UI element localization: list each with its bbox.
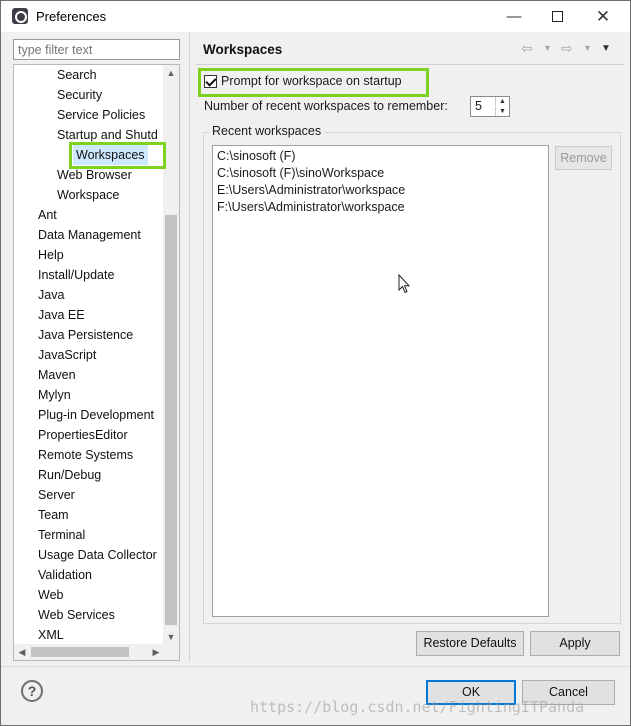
tree-item-service-policies[interactable]: Service Policies [57, 105, 145, 125]
scroll-thumb[interactable] [165, 215, 177, 625]
tree-item-java-ee[interactable]: Java EE [38, 305, 85, 325]
tree-item-search[interactable]: Search [57, 65, 97, 85]
remove-button[interactable]: Remove [555, 146, 612, 170]
tree-item-team[interactable]: Team [38, 505, 69, 525]
list-item[interactable]: F:\Users\Administrator\workspace [217, 200, 405, 217]
list-item[interactable]: E:\Users\Administrator\workspace [217, 183, 405, 200]
tree-item-javascript[interactable]: JavaScript [38, 345, 96, 365]
back-dropdown-icon[interactable]: ▼ [543, 43, 552, 53]
recent-count-value[interactable]: 5 [475, 99, 482, 113]
maximize-button[interactable] [535, 1, 581, 32]
scroll-right-icon[interactable]: ▶ [148, 644, 164, 660]
list-item[interactable]: C:\sinosoft (F) [217, 149, 296, 166]
tree-item-java-persistence[interactable]: Java Persistence [38, 325, 133, 345]
recent-count-label: Number of recent workspaces to remember: [204, 99, 448, 113]
tree-item-data-management[interactable]: Data Management [38, 225, 141, 245]
help-icon[interactable]: ? [21, 680, 43, 702]
list-item[interactable]: C:\sinosoft (F)\sinoWorkspace [217, 166, 384, 183]
tree-item-install-update[interactable]: Install/Update [38, 265, 114, 285]
page-navigation: ⇦ ▼ ⇨ ▼ ▼ [519, 39, 619, 59]
view-menu-icon[interactable]: ▼ [601, 43, 611, 54]
tree-item-run-debug[interactable]: Run/Debug [38, 465, 101, 485]
header-divider [196, 64, 624, 65]
app-icon [12, 8, 28, 24]
scroll-thumb-horizontal[interactable] [31, 647, 129, 657]
tree-item-remote-systems[interactable]: Remote Systems [38, 445, 133, 465]
spin-down-icon[interactable]: ▼ [495, 107, 509, 116]
spin-up-icon[interactable]: ▲ [495, 97, 509, 106]
tree-item-usage-data-collector[interactable]: Usage Data Collector [38, 545, 157, 565]
recent-workspaces-group-title: Recent workspaces [209, 124, 325, 138]
tree-item-properties-editor[interactable]: PropertiesEditor [38, 425, 128, 445]
tree-item-web[interactable]: Web [38, 585, 63, 605]
tree-item-maven[interactable]: Maven [38, 365, 76, 385]
preferences-dialog: Preferences — ✕ Search Security Service … [0, 0, 631, 726]
window-title: Preferences [36, 9, 107, 24]
tree-item-validation[interactable]: Validation [38, 565, 92, 585]
tree-item-xml[interactable]: XML [38, 625, 64, 645]
tree-item-terminal[interactable]: Terminal [38, 525, 85, 545]
scroll-down-icon[interactable]: ▼ [163, 629, 179, 645]
tree-item-workspace[interactable]: Workspace [57, 185, 119, 205]
tree-item-server[interactable]: Server [38, 485, 75, 505]
scroll-up-icon[interactable]: ▲ [163, 65, 179, 81]
apply-button[interactable]: Apply [530, 631, 620, 656]
tree-item-plugin-development[interactable]: Plug-in Development [38, 405, 154, 425]
back-arrow-icon[interactable]: ⇦ [521, 40, 533, 57]
scroll-left-icon[interactable]: ◀ [14, 644, 30, 660]
tree-item-mylyn[interactable]: Mylyn [38, 385, 71, 405]
tree-item-web-services[interactable]: Web Services [38, 605, 115, 625]
footer-divider [1, 666, 630, 667]
workspaces-highlight-box [69, 142, 166, 169]
forward-arrow-icon[interactable]: ⇨ [561, 40, 573, 57]
maximize-icon [552, 11, 563, 22]
close-button[interactable]: ✕ [580, 1, 626, 32]
tree-item-help[interactable]: Help [38, 245, 64, 265]
tree-item-ant[interactable]: Ant [38, 205, 57, 225]
recent-count-spinner[interactable]: 5 ▲ ▼ [470, 96, 510, 117]
tree-item-security[interactable]: Security [57, 85, 102, 105]
forward-dropdown-icon[interactable]: ▼ [583, 43, 592, 53]
title-bar: Preferences — ✕ [1, 1, 630, 32]
minimize-button[interactable]: — [491, 1, 537, 32]
filter-input[interactable] [13, 39, 180, 60]
pane-divider[interactable] [189, 32, 190, 662]
mouse-cursor-icon [398, 274, 410, 294]
tree-horizontal-scrollbar[interactable]: ◀ ▶ [14, 644, 179, 660]
recent-workspaces-list[interactable]: C:\sinosoft (F) C:\sinosoft (F)\sinoWork… [212, 145, 549, 617]
tree-item-java[interactable]: Java [38, 285, 64, 305]
page-title: Workspaces [203, 42, 283, 57]
watermark-text: https://blog.csdn.net/FightingITPanda [250, 698, 585, 716]
restore-defaults-button[interactable]: Restore Defaults [416, 631, 524, 656]
prompt-highlight-box [198, 68, 429, 97]
